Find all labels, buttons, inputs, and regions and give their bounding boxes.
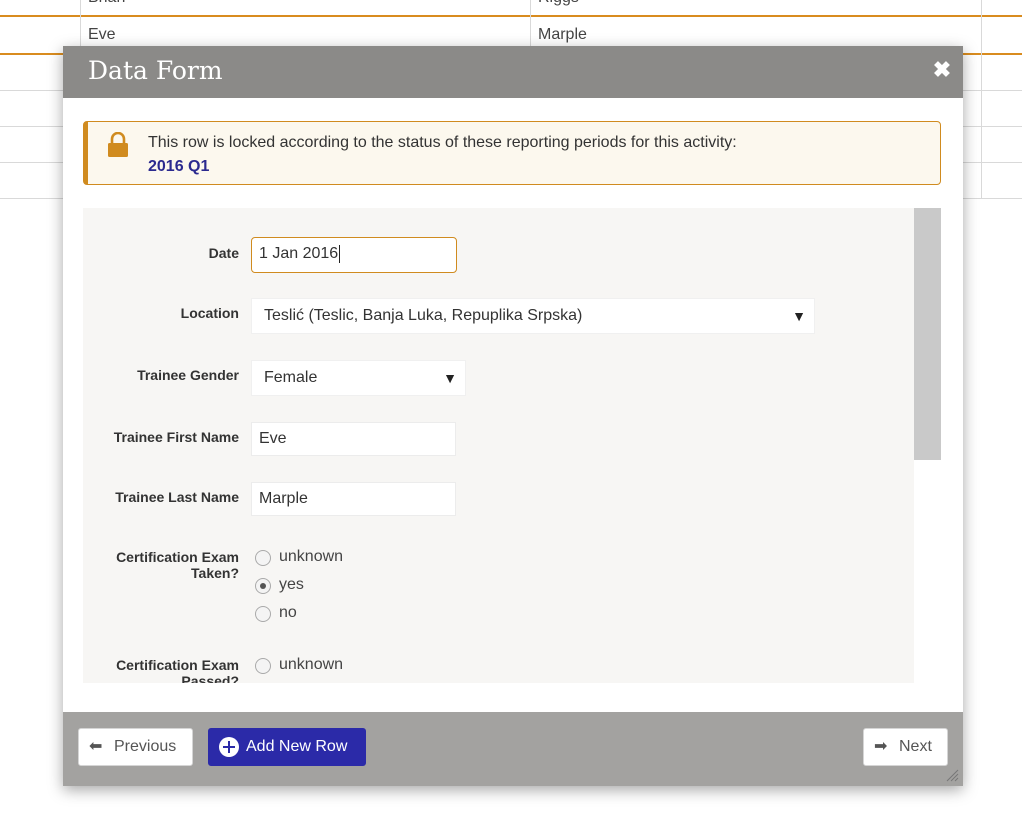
table-cell-last-name: Riggs <box>530 0 980 16</box>
radio-button[interactable] <box>255 550 271 566</box>
arrow-right-icon: ➡ <box>874 738 888 755</box>
table-cell-first-name: Brian <box>80 0 530 16</box>
lock-message: This row is locked according to the stat… <box>148 134 737 151</box>
dialog-footer: ⬅ Previous Add New Row ➡ Next <box>63 712 963 786</box>
add-new-row-button[interactable]: Add New Row <box>208 728 366 766</box>
locked-row-notice: This row is locked according to the stat… <box>83 121 941 185</box>
date-label: Date <box>208 245 239 261</box>
close-button[interactable]: ✖ <box>931 59 953 81</box>
last-name-label: Trainee Last Name <box>115 489 239 505</box>
gender-value: Female <box>264 369 318 386</box>
data-form-dialog: Data Form ✖ This row is locked according… <box>63 46 963 786</box>
form-fields-area: Date 1 Jan 2016 Location Teslić (Teslic,… <box>83 208 941 683</box>
date-value: 1 Jan 2016 <box>259 245 339 262</box>
gender-label: Trainee Gender <box>137 367 239 383</box>
first-name-label: Trainee First Name <box>113 429 239 445</box>
next-button[interactable]: ➡ Next <box>863 728 948 766</box>
dialog-header[interactable]: Data Form ✖ <box>63 46 963 98</box>
location-select[interactable]: Teslić (Teslic, Banja Luka, Repuplika Sr… <box>251 298 815 334</box>
location-value: Teslić (Teslic, Banja Luka, Repuplika Sr… <box>264 307 583 324</box>
radio-label: unknown <box>279 548 344 565</box>
plus-circle-icon <box>219 737 239 757</box>
text-cursor <box>339 244 341 263</box>
dropdown-arrow-icon: ▼ <box>792 308 806 324</box>
scrollbar-thumb[interactable] <box>914 208 941 460</box>
last-name-input[interactable]: Marple <box>251 482 456 516</box>
exam-taken-label: Certification Exam Taken? <box>116 549 239 581</box>
dialog-title: Data Form <box>88 56 223 85</box>
resize-grip-icon[interactable] <box>945 768 959 782</box>
close-icon: ✖ <box>932 57 952 82</box>
radio-label: no <box>279 604 297 621</box>
next-label: Next <box>899 738 932 755</box>
add-new-row-label: Add New Row <box>246 738 348 755</box>
radio-button-checked[interactable] <box>255 578 271 594</box>
location-label: Location <box>180 305 239 321</box>
previous-label: Previous <box>114 738 177 755</box>
radio-label: yes <box>279 576 304 593</box>
radio-button[interactable] <box>255 606 271 622</box>
lock-icon <box>108 132 128 157</box>
previous-button[interactable]: ⬅ Previous <box>78 728 193 766</box>
dropdown-arrow-icon: ▼ <box>443 370 457 386</box>
radio-label: unknown <box>279 656 344 673</box>
exam-passed-label: Certification Exam Passed? <box>116 657 239 683</box>
first-name-input[interactable]: Eve <box>251 422 456 456</box>
column-divider <box>981 0 982 198</box>
locked-period: 2016 Q1 <box>148 158 210 175</box>
radio-button[interactable] <box>255 658 271 674</box>
arrow-left-icon: ⬅ <box>89 738 103 755</box>
date-input[interactable]: 1 Jan 2016 <box>251 237 457 273</box>
gender-select[interactable]: Female ▼ <box>251 360 466 396</box>
